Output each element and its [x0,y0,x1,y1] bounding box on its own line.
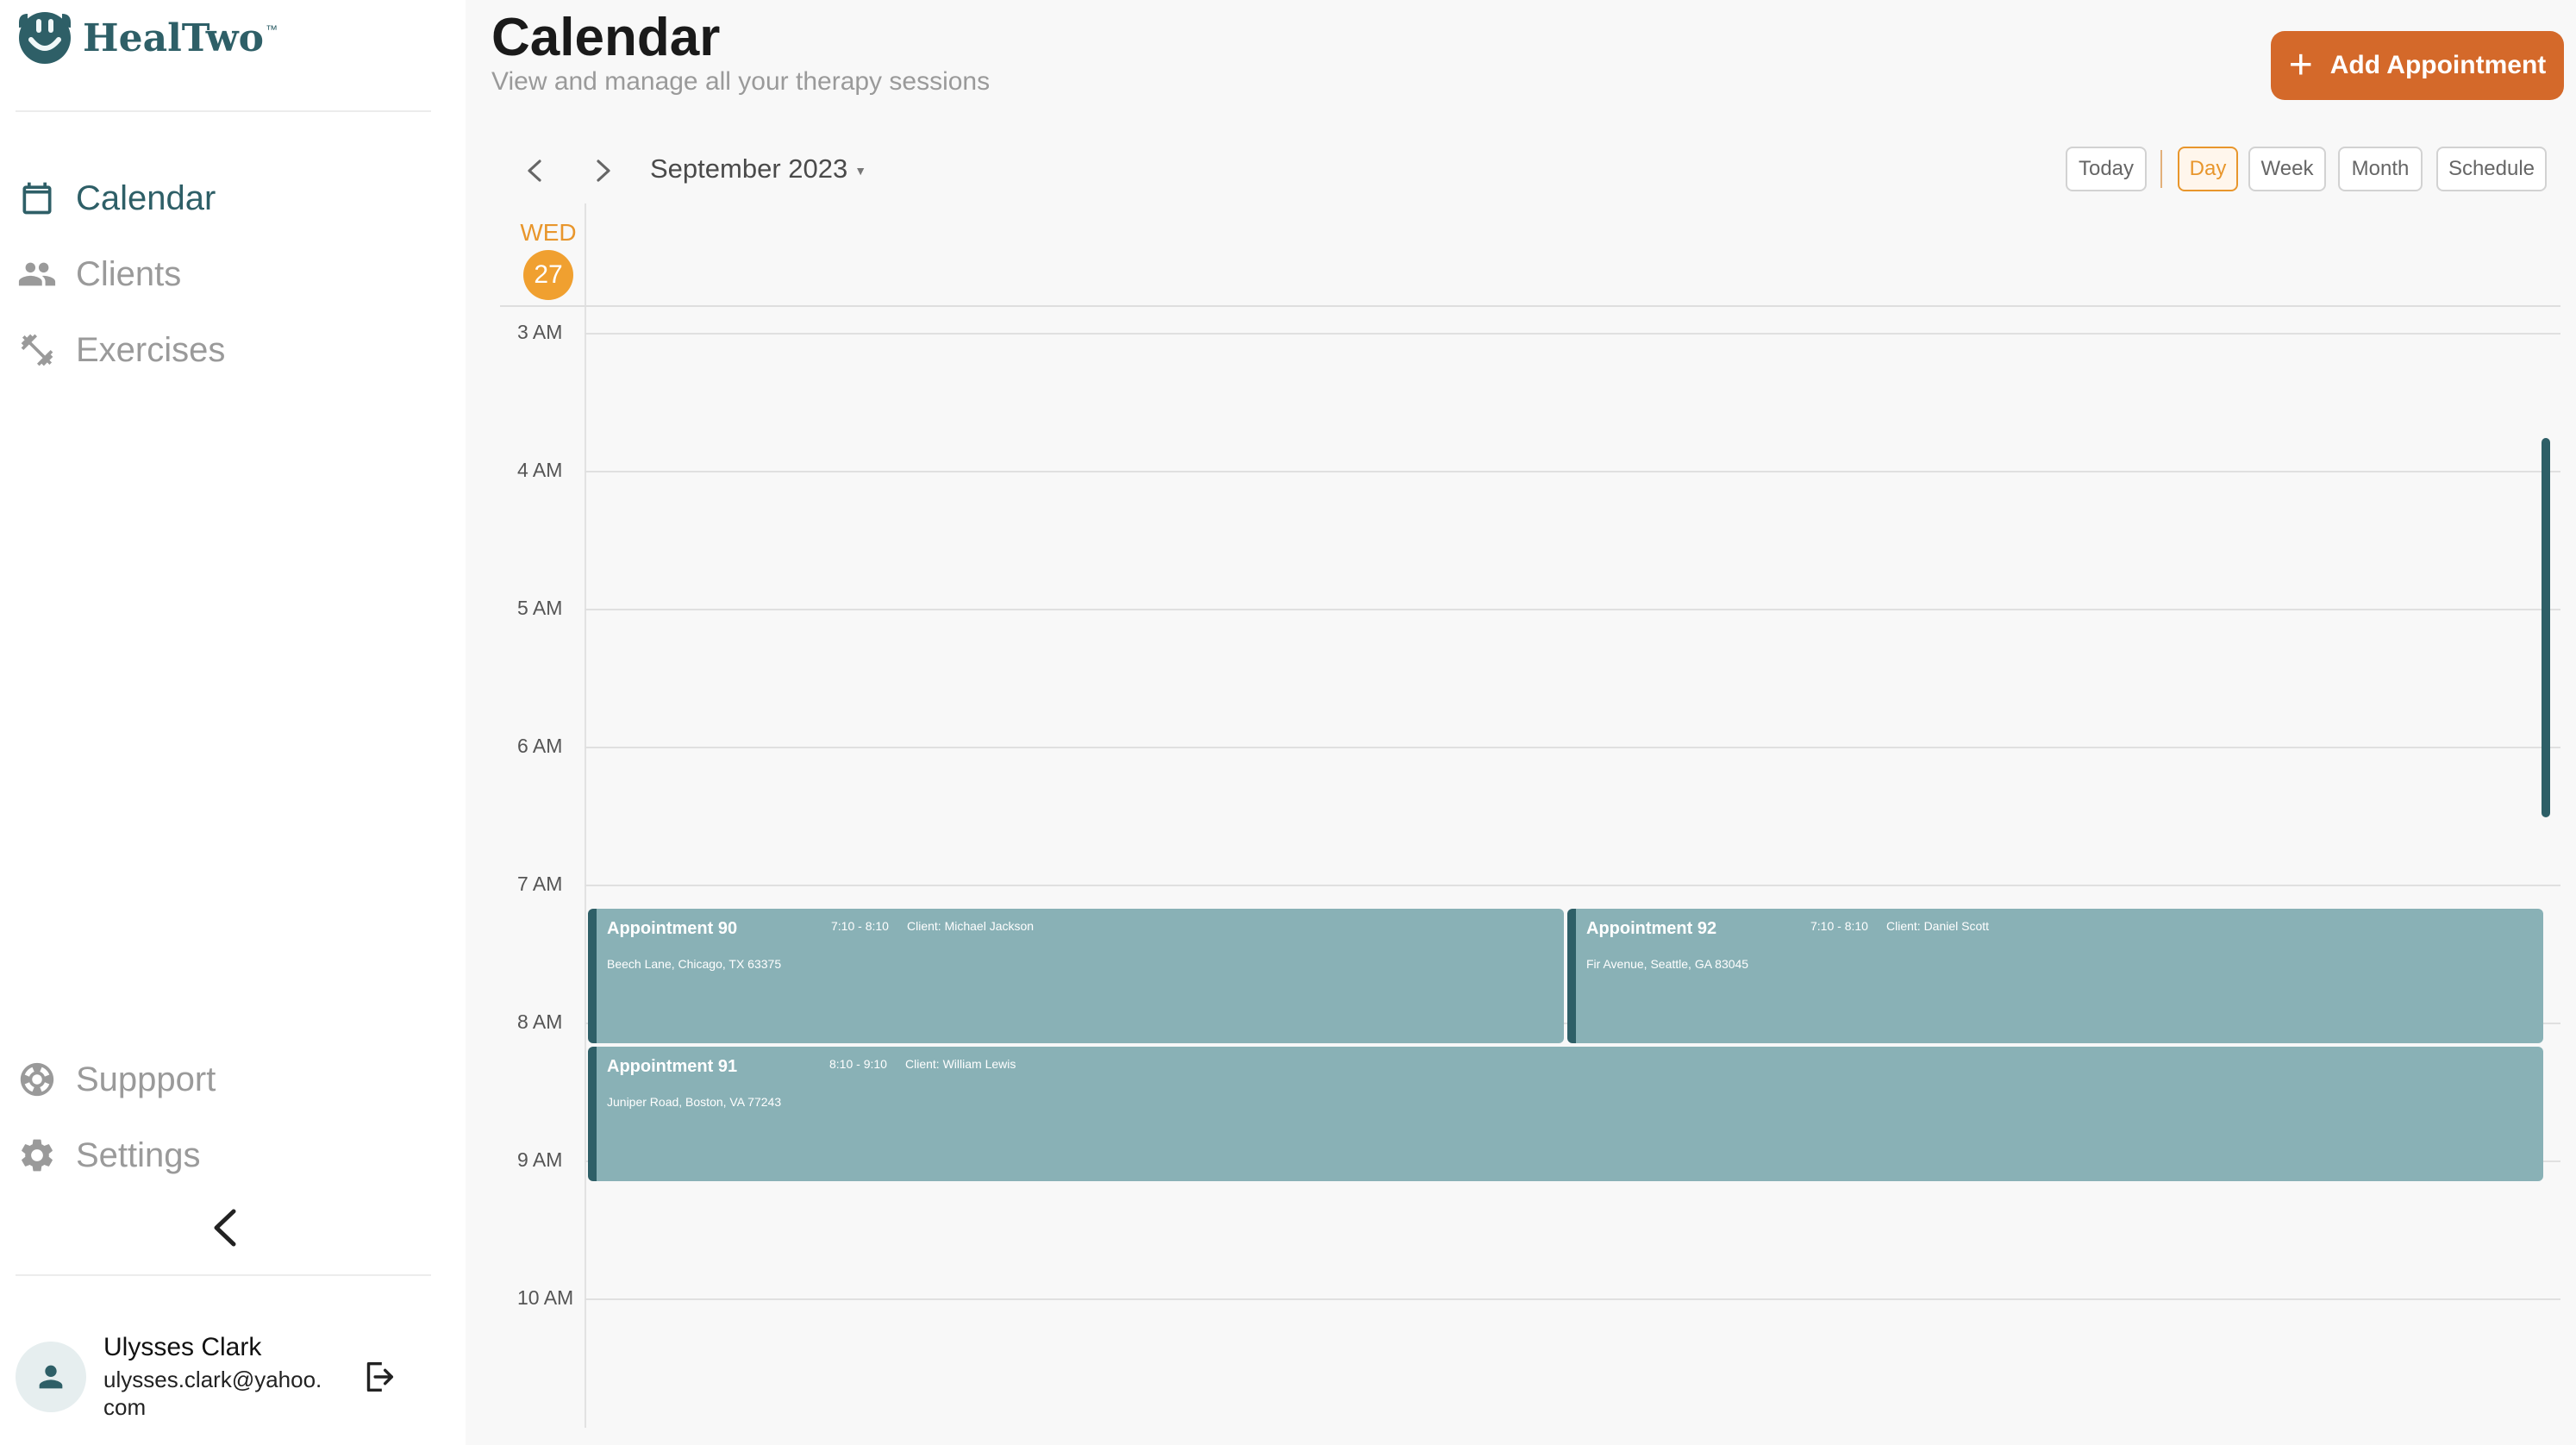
sidebar: HealTwo ™ Calendar Clients Exercises Sup… [0,0,466,1445]
page-title: Calendar [491,8,721,67]
logo-mark-icon [19,12,71,64]
chevron-left-icon [528,160,541,182]
app-root: HealTwo ™ Calendar Clients Exercises Sup… [0,0,2576,1445]
day-name: WED [520,219,577,246]
hour-line [585,747,2560,748]
sidebar-divider [16,1274,431,1276]
sidebar-item-label: Clients [76,254,182,293]
appointment-card[interactable]: Appointment 90 7:10 - 8:10 Client: Micha… [588,909,1564,1043]
appointment-title: Appointment 90 [607,919,738,938]
appointment-time: 7:10 - 8:10 [1810,919,1868,933]
sidebar-item-label: Settings [76,1135,201,1174]
appointment-card[interactable]: Appointment 92 7:10 - 8:10 Client: Danie… [1567,909,2543,1043]
day-header: WED 27 [514,219,583,300]
previous-button[interactable] [516,152,553,190]
brand-name: HealTwo [83,16,264,60]
hour-label: 3 AM [517,321,563,343]
appointment-title: Appointment 92 [1586,919,1717,938]
sidebar-item-support[interactable]: Suppport [17,1054,216,1105]
month-selector[interactable]: September 2023 ▼ [650,153,866,185]
exercise-icon [17,330,57,370]
next-button[interactable] [585,152,622,190]
appointment-time: 7:10 - 8:10 [831,919,889,933]
logout-button[interactable] [359,1357,398,1397]
time-axis-line [585,203,586,1428]
hour-label: 4 AM [517,459,563,481]
hour-label: 5 AM [517,597,563,619]
caret-down-icon: ▼ [854,163,867,178]
people-icon [17,254,57,294]
hour-line [585,471,2560,472]
scrollbar-thumb[interactable] [2542,438,2550,817]
page-subtitle: View and manage all your therapy session… [491,67,991,96]
view-day-button[interactable]: Day [2178,147,2238,191]
appointment-address: Fir Avenue, Seattle, GA 83045 [1586,957,1749,971]
person-icon [39,1365,63,1389]
chevron-right-icon [597,160,610,182]
add-appointment-label: Add Appointment [2329,51,2547,79]
support-icon [17,1060,57,1099]
user-profile: Ulysses Clark ulysses.clark@yahoo.com [16,1328,447,1423]
appointment-client: Client: Michael Jackson [907,919,1035,933]
day-number[interactable]: 27 [523,250,573,300]
collapse-sidebar-button[interactable] [203,1205,245,1250]
appointment-time: 8:10 - 9:10 [829,1057,887,1071]
hour-label: 10 AM [517,1286,574,1309]
chevron-left-icon [214,1209,236,1247]
add-appointment-button[interactable]: + Add Appointment [2271,31,2564,100]
appointment-card[interactable]: Appointment 91 8:10 - 9:10 Client: Willi… [588,1047,2543,1181]
day-calendar: WED 27 3 AM 4 AM 5 AM 6 AM 7 AM 8 AM 9 A… [466,203,2576,1428]
appointment-title: Appointment 91 [607,1057,738,1076]
user-email: ulysses.clark@yahoo.com [103,1367,322,1420]
sidebar-item-settings[interactable]: Settings [17,1129,201,1181]
hour-line [585,333,2560,335]
user-name: Ulysses Clark [103,1333,262,1361]
hour-line [585,885,2560,886]
sidebar-item-calendar[interactable]: Calendar [17,172,216,224]
appointment-address: Juniper Road, Boston, VA 77243 [607,1095,782,1109]
appointment-address: Beech Lane, Chicago, TX 63375 [607,957,782,971]
view-today-button[interactable]: Today [2066,147,2147,191]
brand-logo[interactable]: HealTwo ™ [16,10,278,66]
sidebar-item-clients[interactable]: Clients [17,248,181,300]
month-label: September 2023 [650,153,848,184]
sidebar-item-label: Calendar [76,178,216,217]
view-week-button[interactable]: Week [2248,147,2326,191]
view-schedule-button[interactable]: Schedule [2436,147,2547,191]
header-divider [500,305,2560,307]
calendar-toolbar: September 2023 ▼ Today Day Week Month Sch… [466,145,2576,197]
sidebar-divider [16,110,431,112]
toolbar-separator [2160,150,2162,188]
hour-line [585,609,2560,610]
main-content: Calendar View and manage all your therap… [466,0,2576,1445]
plus-icon: + [2288,42,2313,88]
sidebar-item-label: Exercises [76,330,226,369]
avatar[interactable] [16,1342,86,1412]
sidebar-item-label: Suppport [76,1060,216,1098]
hour-label: 6 AM [517,735,563,757]
sidebar-item-exercises[interactable]: Exercises [17,324,225,376]
logout-icon [366,1361,394,1392]
view-month-button[interactable]: Month [2338,147,2423,191]
calendar-icon [17,178,57,218]
hour-label: 7 AM [517,873,563,895]
hour-line [585,1298,2560,1300]
brand-trademark: ™ [265,22,278,36]
appointment-client: Client: William Lewis [905,1057,1016,1071]
gear-icon [17,1135,57,1175]
appointment-client: Client: Daniel Scott [1886,919,1990,933]
